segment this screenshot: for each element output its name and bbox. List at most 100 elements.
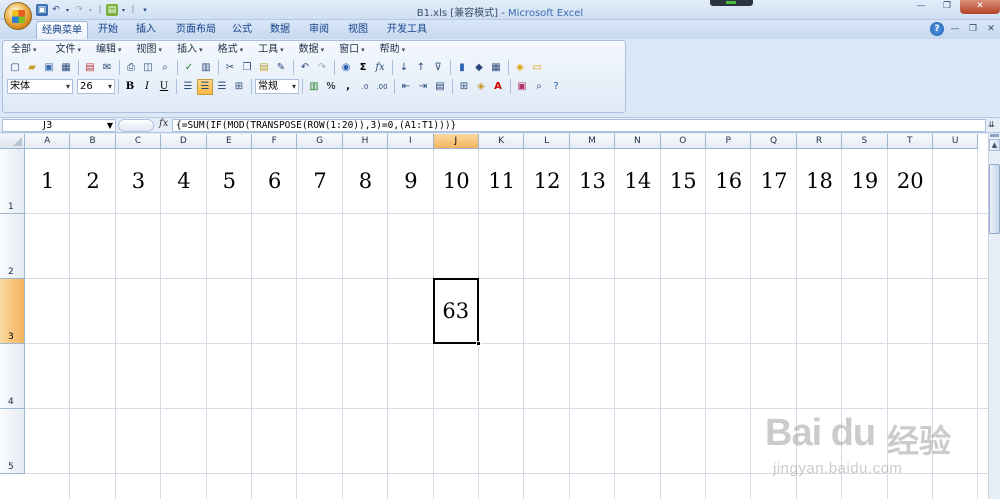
cell-m1[interactable]: 13: [570, 149, 615, 212]
formula-bar-handle[interactable]: [118, 119, 154, 132]
formula-input[interactable]: {=SUM(IF(MOD(TRANSPOSE(ROW(1:20)),3)=0,(…: [172, 119, 986, 132]
highlight-icon[interactable]: ◈: [512, 60, 528, 76]
redo-icon[interactable]: ↷: [314, 60, 330, 76]
fill-handle[interactable]: [475, 341, 481, 346]
column-header-q[interactable]: Q: [751, 134, 797, 149]
row-header-1[interactable]: 1: [0, 149, 25, 214]
cell-t1[interactable]: 20: [888, 149, 933, 212]
cell-a1[interactable]: 1: [25, 149, 70, 212]
sort-ascending-icon[interactable]: ↓: [396, 60, 412, 76]
tab-page-layout[interactable]: 页面布局: [170, 21, 222, 39]
scroll-thumb[interactable]: [989, 164, 1000, 234]
drawing-icon[interactable]: ◆: [471, 60, 487, 76]
cell-r1[interactable]: 18: [797, 149, 842, 212]
menu-edit[interactable]: 编辑: [92, 43, 129, 57]
column-header-h[interactable]: H: [342, 134, 389, 149]
column-header-d[interactable]: D: [161, 134, 207, 149]
zoom-icon[interactable]: ⌕: [531, 79, 547, 95]
column-header-s[interactable]: S: [842, 134, 888, 149]
column-header-j[interactable]: J: [433, 134, 479, 149]
paste-icon[interactable]: ▤: [256, 60, 272, 76]
menu-data[interactable]: 数据: [295, 43, 332, 57]
cell-p1[interactable]: 16: [706, 149, 751, 212]
align-left-icon[interactable]: ☰: [180, 79, 196, 95]
email-icon[interactable]: ✉: [99, 60, 115, 76]
column-header-e[interactable]: E: [206, 134, 252, 149]
worksheet-grid[interactable]: A B C D E F G H I J K L M N O P Q R S T U 1 2 3 4 5 1 2 3 4 5 6 7 8 9 10 11 1…: [0, 134, 1000, 499]
vertical-scrollbar[interactable]: ▲: [988, 134, 1000, 499]
tab-home[interactable]: 开始: [92, 21, 124, 39]
cell-k1[interactable]: 11: [479, 149, 524, 212]
cell-f1[interactable]: 6: [252, 149, 297, 212]
menu-view[interactable]: 视图: [133, 43, 170, 57]
tab-review[interactable]: 审阅: [303, 21, 335, 39]
borders-icon[interactable]: ⊞: [456, 79, 472, 95]
tab-insert[interactable]: 插入: [130, 21, 162, 39]
cell-d1[interactable]: 4: [161, 149, 206, 212]
merge-center-icon[interactable]: ⊞: [231, 79, 247, 95]
column-header-u[interactable]: U: [933, 134, 979, 149]
column-header-f[interactable]: F: [252, 134, 298, 149]
tab-formulas[interactable]: 公式: [226, 21, 258, 39]
spelling-icon[interactable]: ✓: [181, 60, 197, 76]
menu-format[interactable]: 格式: [214, 43, 251, 57]
close-icon[interactable]: ✕: [960, 0, 1000, 14]
function-icon[interactable]: fx: [372, 60, 388, 76]
italic-button[interactable]: I: [139, 79, 155, 95]
increase-decimal-icon[interactable]: .0: [357, 79, 373, 95]
row-header-2[interactable]: 2: [0, 214, 25, 279]
cell-o1[interactable]: 15: [661, 149, 706, 212]
cell-s1[interactable]: 19: [842, 149, 887, 212]
cell-g1[interactable]: 7: [297, 149, 342, 212]
wb-close-icon[interactable]: ✕: [984, 22, 998, 36]
align-right-icon[interactable]: ☰: [214, 79, 230, 95]
decrease-decimal-icon[interactable]: .00: [374, 79, 390, 95]
column-header-c[interactable]: C: [115, 134, 162, 149]
column-header-b[interactable]: B: [70, 134, 116, 149]
column-header-r[interactable]: R: [796, 134, 843, 149]
fill-color-icon[interactable]: ◈: [473, 79, 489, 95]
column-header-m[interactable]: M: [569, 134, 616, 149]
active-cell-j3[interactable]: 63: [432, 278, 481, 346]
menu-window[interactable]: 窗口: [335, 43, 372, 57]
scroll-up-icon[interactable]: ▲: [989, 139, 1000, 151]
column-header-t[interactable]: T: [887, 134, 933, 149]
underline-button[interactable]: U: [156, 79, 172, 95]
name-box[interactable]: J3 ▼: [2, 119, 116, 132]
autosum-icon[interactable]: Σ: [355, 60, 371, 76]
cut-icon[interactable]: ✂: [222, 60, 238, 76]
research-book-icon[interactable]: ▥: [198, 60, 214, 76]
row-header-3[interactable]: 3: [0, 279, 25, 344]
filter-icon[interactable]: ⊽: [430, 60, 446, 76]
menu-file[interactable]: 文件: [52, 43, 89, 57]
insert-function-button[interactable]: fx: [159, 118, 168, 129]
cell-q1[interactable]: 17: [751, 149, 796, 212]
tab-developer[interactable]: 开发工具: [381, 21, 433, 39]
column-header-p[interactable]: P: [706, 134, 752, 149]
menu-tools[interactable]: 工具: [254, 43, 291, 57]
wb-minimize-icon[interactable]: —: [948, 22, 962, 36]
number-format-select[interactable]: 常规: [255, 79, 299, 94]
percent-button[interactable]: %: [323, 79, 339, 95]
open-icon[interactable]: ▰: [24, 60, 40, 76]
permission-icon[interactable]: ▦: [58, 60, 74, 76]
bold-button[interactable]: B: [122, 79, 138, 95]
column-header-o[interactable]: O: [660, 134, 706, 149]
font-size-select[interactable]: 26: [77, 79, 115, 94]
tab-classic-menu[interactable]: 经典菜单: [36, 21, 88, 39]
comma-button[interactable]: ,: [340, 79, 356, 95]
menu-help[interactable]: 帮助: [376, 43, 413, 57]
cell-i1[interactable]: 9: [388, 149, 433, 212]
print-icon[interactable]: ⎙: [123, 60, 139, 76]
column-header-a[interactable]: A: [25, 134, 71, 149]
copy-icon[interactable]: ❐: [239, 60, 255, 76]
cell-h1[interactable]: 8: [343, 149, 388, 212]
column-header-i[interactable]: I: [388, 134, 434, 149]
column-header-k[interactable]: K: [479, 134, 525, 149]
chevron-down-icon[interactable]: ▼: [107, 120, 113, 131]
research-icon[interactable]: ⌕: [157, 60, 173, 76]
folder-icon[interactable]: ▭: [529, 60, 545, 76]
office-button[interactable]: [4, 2, 32, 30]
expand-formula-bar-icon[interactable]: ⇊: [988, 120, 998, 131]
font-color-icon[interactable]: A: [490, 79, 506, 95]
